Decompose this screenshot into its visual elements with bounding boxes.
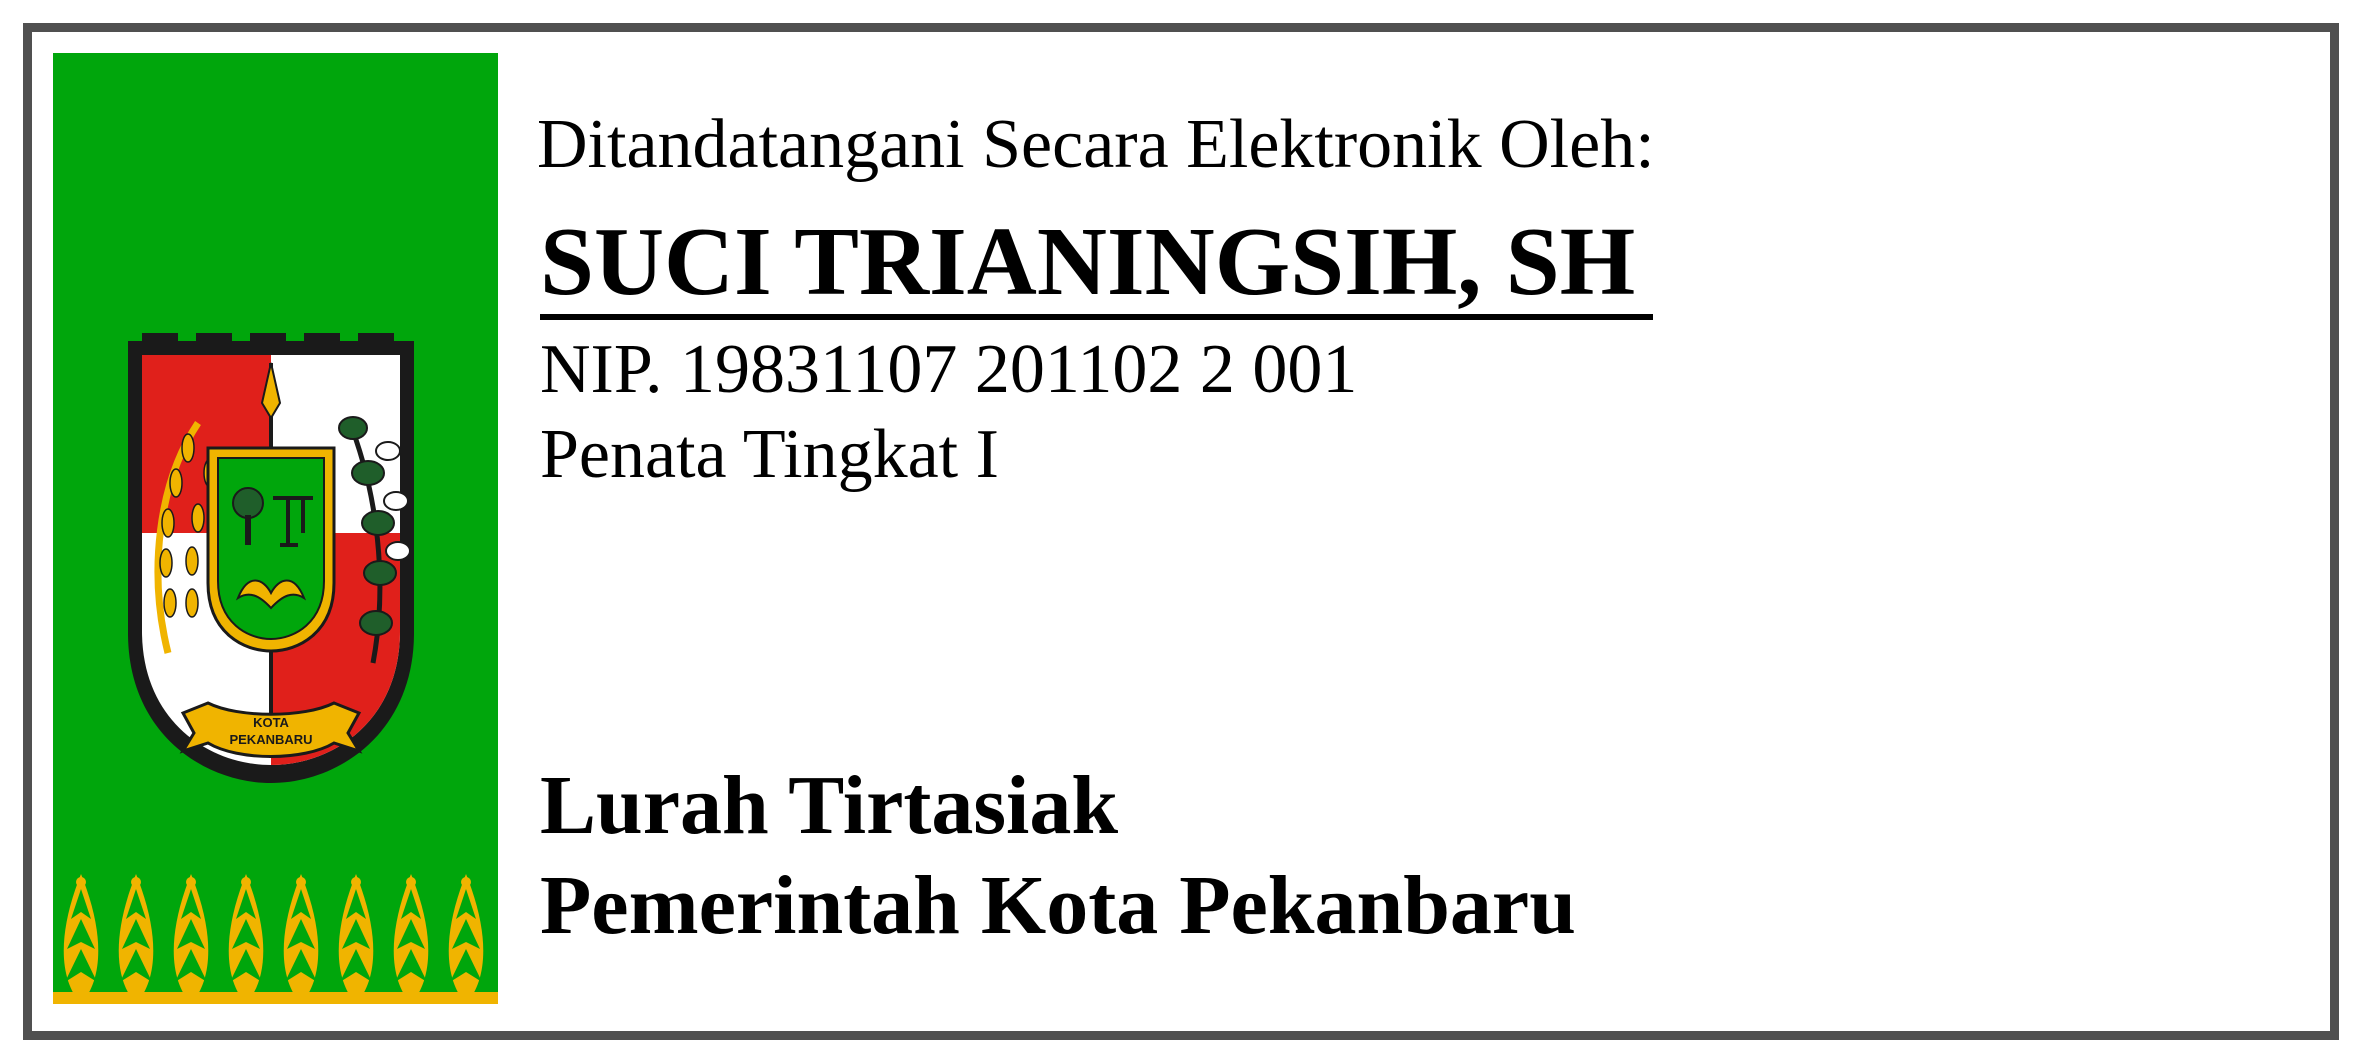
signer-rank: Penata Tingkat I [540,416,999,493]
emblem-scroll-line1: KOTA [253,715,289,730]
signed-by-label: Ditandatangani Secara Elektronik Oleh: [537,106,1655,183]
signer-name: SUCI TRIANINGSIH, SH [540,210,1654,320]
kota-pekanbaru-emblem-icon: KOTA PEKANBARU [128,333,414,783]
signer-nip: NIP. 19831107 201102 2 001 [540,331,1358,408]
signer-office: Pemerintah Kota Pekanbaru [540,859,1576,952]
signer-position: Lurah Tirtasiak [540,759,1119,852]
green-banner: KOTA PEKANBARU [53,53,498,1004]
emblem-scroll-line2: PEKANBARU [229,732,312,747]
pucuk-rebung-ornament-icon [53,874,498,1004]
